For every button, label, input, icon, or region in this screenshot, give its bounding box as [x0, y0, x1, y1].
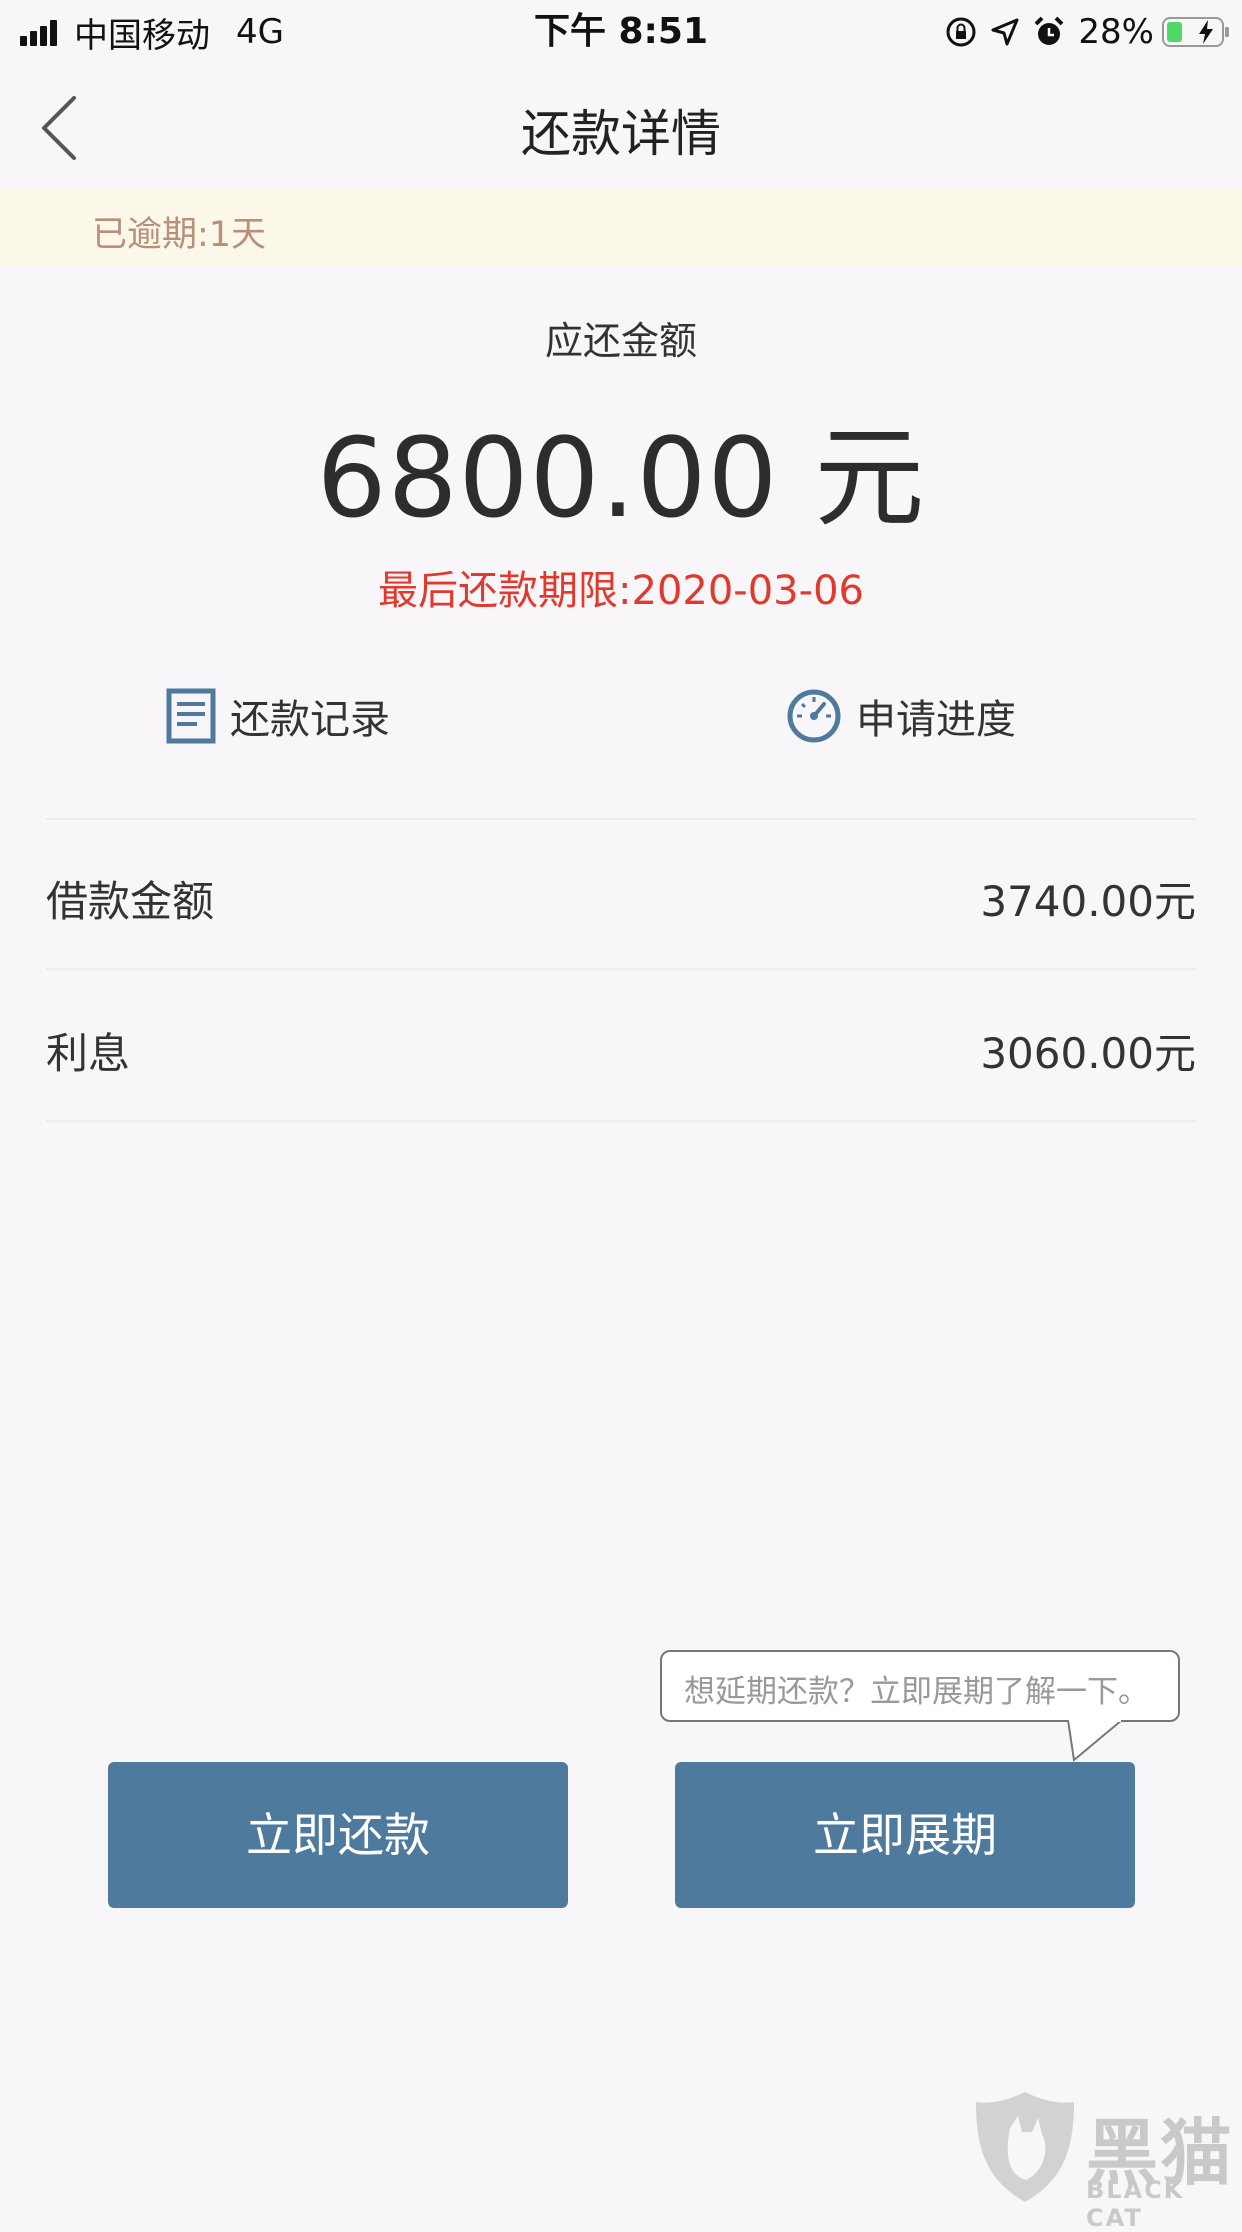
amount-due-label: 应还金额 — [544, 319, 697, 363]
status-bar: 中国移动 4G 下午 8:51 28% — [0, 0, 1242, 64]
divider — [46, 968, 1196, 970]
overdue-banner: 已逾期:1天 — [0, 190, 1242, 266]
extension-tooltip: 想延期还款？立即展期了解一下。 — [660, 1650, 1180, 1722]
interest-value: 3060.00元 — [980, 1029, 1196, 1078]
location-arrow-icon — [991, 18, 1019, 46]
charging-bolt-icon — [1199, 20, 1213, 44]
repayment-records-label: 还款记录 — [230, 697, 390, 743]
cat-shield-logo-icon — [976, 2092, 1074, 2202]
battery-icon — [1162, 17, 1229, 47]
speedometer-icon — [787, 689, 841, 743]
document-list-icon — [166, 688, 216, 744]
watermark-english: BLACK CAT — [1086, 2176, 1185, 2232]
loan-amount-value: 3740.00元 — [980, 877, 1196, 926]
interest-label: 利息 — [46, 1029, 131, 1078]
page-title: 还款详情 — [521, 105, 721, 163]
divider — [46, 1120, 1196, 1122]
extend-now-button[interactable]: 立即展期 — [675, 1762, 1135, 1908]
black-cat-watermark: 黑猫 BLACK CAT — [968, 2088, 1242, 2232]
battery-percent: 28% — [1078, 12, 1154, 52]
amount-due-value: 6800.00 元 — [316, 414, 926, 542]
repayment-deadline: 最后还款期限:2020-03-06 — [378, 568, 864, 614]
loan-amount-label: 借款金额 — [46, 877, 215, 926]
overdue-text: 已逾期:1天 — [92, 215, 267, 255]
application-progress-label: 申请进度 — [856, 697, 1016, 743]
divider — [46, 818, 1196, 820]
repayment-records-link[interactable]: 还款记录 — [166, 686, 390, 746]
alarm-clock-icon — [1035, 16, 1064, 45]
nav-bar: 还款详情 — [0, 64, 1242, 190]
repay-now-button[interactable]: 立即还款 — [108, 1762, 568, 1908]
application-progress-link[interactable]: 申请进度 — [786, 686, 1016, 746]
battery-level — [1167, 22, 1182, 42]
tooltip-tail — [1067, 1720, 1123, 1762]
status-right: 28% — [932, 8, 1229, 56]
rotation-lock-icon — [946, 17, 976, 47]
tooltip-text: 想延期还款？立即展期了解一下。 — [684, 1674, 1149, 1710]
